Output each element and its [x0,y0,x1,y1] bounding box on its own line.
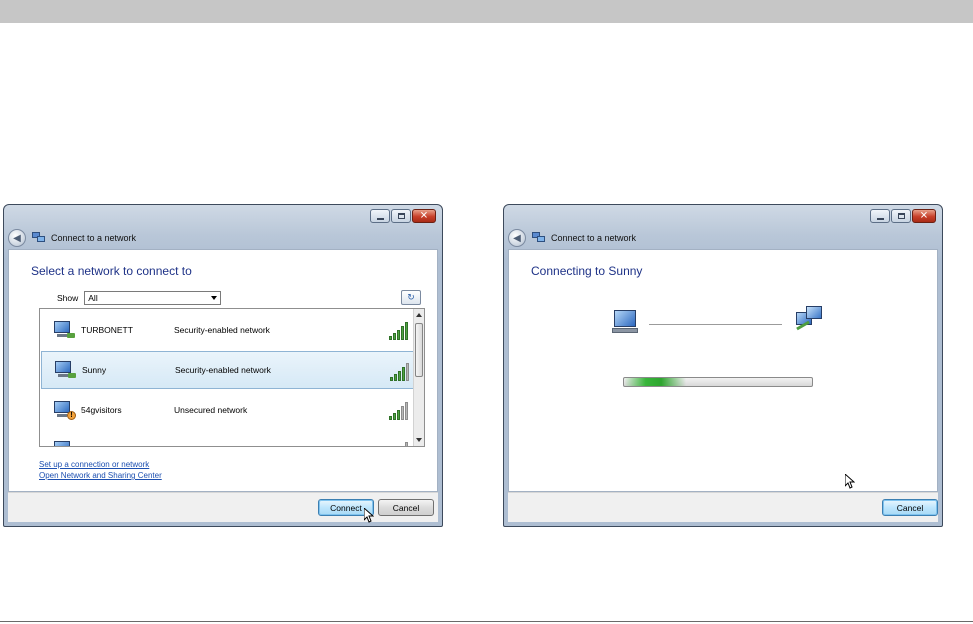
network-security: Security-enabled network [175,365,271,375]
network-sharing-center-link[interactable]: Open Network and Sharing Center [39,471,162,480]
network-row-turbonett[interactable]: TURBONETT Security-enabled network [41,311,414,349]
window-footer: Cancel [508,492,938,522]
minimize-icon [377,218,384,220]
setup-connection-link[interactable]: Set up a connection or network [39,460,149,469]
show-label: Show [57,293,79,303]
page-heading: Connecting to Sunny [531,264,643,278]
show-filter-value: All [88,293,98,303]
close-button[interactable]: ✕ [412,209,436,223]
network-row-partial[interactable] [41,431,414,446]
window-title: Connect to a network [551,233,637,243]
network-row-sunny[interactable]: Sunny Security-enabled network [41,351,414,389]
top-banner-bar [0,0,973,23]
progress-fill [624,378,687,386]
network-security: Unsecured network [174,405,248,415]
mouse-cursor-icon [364,508,374,523]
wireless-network-icon [54,359,78,381]
network-name: 54gvisitors [81,405,122,415]
unsecured-network-warning-icon: ! [53,399,77,421]
connect-to-network-window-connecting: ✕ ◀ Connect to a network Connecting to S… [503,204,943,527]
window-content: Connecting to Sunny [508,249,938,492]
network-row-54gvisitors[interactable]: ! 54gvisitors Unsecured network [41,391,414,429]
computer-icon [610,308,640,336]
show-filter-row: Show All [57,291,222,305]
network-connection-icon [32,232,46,244]
bottom-rule [0,621,973,622]
connect-to-network-window-select: ✕ ◀ Connect to a network Select a networ… [3,204,443,527]
close-icon: ✕ [919,210,929,222]
window-content: Select a network to connect to Show All … [8,249,438,492]
maximize-icon [898,213,905,219]
scroll-up-icon[interactable] [414,309,424,321]
connection-line [649,324,782,325]
scrollbar-thumb[interactable] [415,323,423,377]
network-name: Sunny [82,365,107,375]
back-button[interactable]: ◀ [508,229,526,247]
minimize-button[interactable] [370,209,390,223]
window-caption-buttons: ✕ [370,209,436,223]
network-list[interactable]: TURBONETT Security-enabled network Sunny… [39,308,425,447]
signal-strength-icon [389,440,411,446]
refresh-icon: ↻ [407,292,415,302]
network-name: TURBONETT [81,325,133,335]
maximize-button[interactable] [391,209,411,223]
wireless-network-icon [53,319,77,341]
window-caption-buttons: ✕ [870,209,936,223]
signal-strength-icon [390,361,412,381]
back-arrow-icon: ◀ [13,232,21,244]
maximize-button[interactable] [891,209,911,223]
network-connection-icon [532,232,546,244]
minimize-icon [877,218,884,220]
network-list-scrollbar[interactable] [413,309,424,446]
back-arrow-icon: ◀ [513,232,521,244]
window-header: ◀ Connect to a network [8,227,438,249]
connection-progress-bar [623,377,813,387]
signal-strength-icon [389,400,411,420]
refresh-button[interactable]: ↻ [401,290,421,305]
signal-strength-icon [389,320,411,340]
close-button[interactable]: ✕ [912,209,936,223]
close-icon: ✕ [419,210,429,222]
scroll-down-icon[interactable] [414,434,424,446]
back-button[interactable]: ◀ [8,229,26,247]
mouse-cursor-icon [845,474,855,489]
dropdown-arrow-icon [211,296,218,300]
wireless-network-icon [53,439,77,446]
cancel-button[interactable]: Cancel [378,499,434,516]
cancel-button[interactable]: Cancel [882,499,938,516]
network-security: Security-enabled network [174,325,270,335]
window-header: ◀ Connect to a network [508,227,938,249]
window-title: Connect to a network [51,233,137,243]
minimize-button[interactable] [870,209,890,223]
network-icon [794,306,824,334]
show-filter-dropdown[interactable]: All [84,291,222,305]
page-heading: Select a network to connect to [31,264,192,278]
maximize-icon [398,213,405,219]
